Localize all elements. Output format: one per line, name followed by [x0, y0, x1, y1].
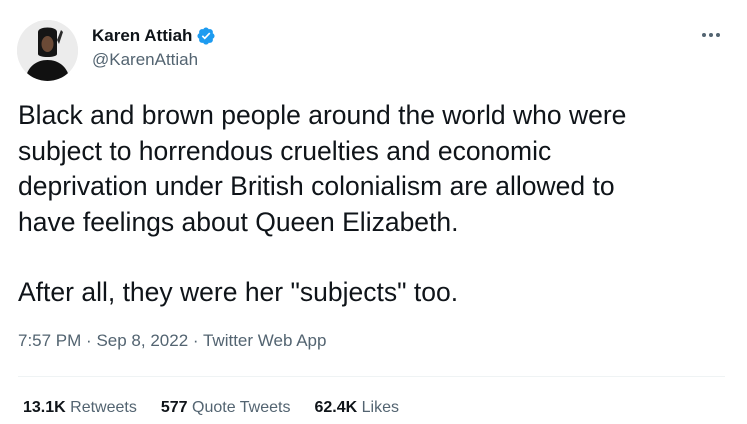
verified-badge-icon: [196, 26, 216, 46]
retweets-count: 13.1K: [23, 399, 66, 416]
display-name[interactable]: Karen Attiah: [92, 26, 192, 46]
tweet-card: Karen Attiah @KarenAttiah Black and brow…: [0, 0, 747, 424]
retweets-label: Retweets: [70, 399, 137, 416]
meta-separator: ·: [86, 331, 92, 350]
tweet-line: subject to horrendous cruelties and econ…: [18, 135, 552, 166]
retweets-stat[interactable]: 13.1K Retweets: [23, 399, 137, 417]
tweet-paragraph-2: After all, they were her "subjects" too.: [18, 277, 459, 307]
tweet-line: Black and brown people around the world …: [18, 100, 627, 130]
likes-count: 62.4K: [314, 399, 358, 416]
tweet-source[interactable]: Twitter Web App: [203, 331, 326, 350]
likes-stat[interactable]: 62.4K Likes: [314, 399, 399, 417]
tweet-date[interactable]: Sep 8, 2022: [96, 331, 188, 350]
likes-label: Likes: [361, 399, 399, 416]
tweet-time[interactable]: 7:57 PM: [18, 331, 81, 350]
user-handle[interactable]: @KarenAttiah: [92, 50, 216, 70]
avatar[interactable]: [17, 20, 78, 81]
more-options-icon: [702, 33, 720, 37]
meta-separator: ·: [192, 331, 199, 350]
divider: [18, 376, 725, 377]
author-block: Karen Attiah @KarenAttiah: [92, 24, 216, 70]
tweet-paragraph-1: Black and brown people around the world …: [18, 98, 718, 240]
quotes-label: Quote Tweets: [192, 399, 291, 416]
tweet-line: deprivation under British colonialism ar…: [18, 171, 615, 201]
tweet-text: Black and brown people around the world …: [18, 98, 718, 311]
avatar-image: [17, 20, 78, 81]
name-row: Karen Attiah: [92, 24, 216, 48]
engagement-stats: 13.1K Retweets 577 Quote Tweets 62.4K Li…: [23, 399, 423, 417]
more-options-button[interactable]: [699, 25, 723, 45]
tweet-meta: 7:57 PM · Sep 8, 2022 · Twitter Web App: [18, 331, 326, 351]
quote-tweets-stat[interactable]: 577 Quote Tweets: [161, 399, 291, 417]
quotes-count: 577: [160, 399, 188, 416]
tweet-line: have feelings about Queen Elizabeth.: [18, 206, 459, 237]
